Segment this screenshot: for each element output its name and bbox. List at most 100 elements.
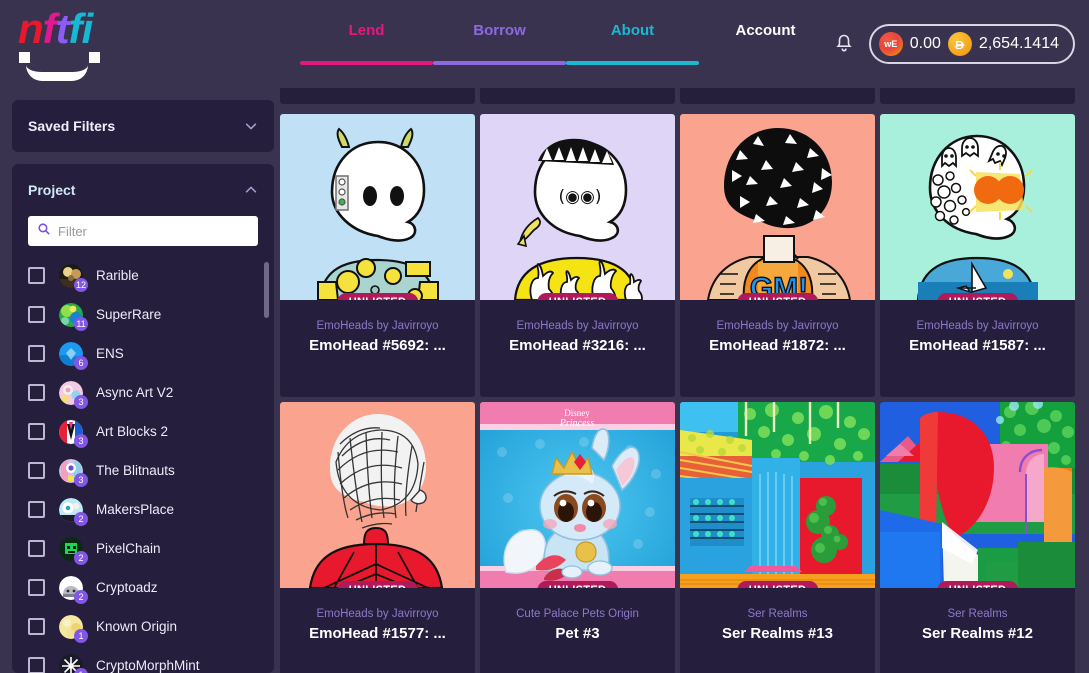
- checkbox[interactable]: [28, 579, 45, 596]
- wallet-balance-pill[interactable]: wE 0.00 2,654.1414: [868, 24, 1075, 64]
- chevron-up-icon[interactable]: [244, 183, 258, 197]
- project-list-item-art-blocks-2[interactable]: 3 Art Blocks 2: [28, 412, 274, 451]
- saved-filters-header[interactable]: Saved Filters: [12, 100, 274, 152]
- checkbox[interactable]: [28, 657, 45, 673]
- project-list-item-the-blitnauts[interactable]: 3 The Blitnauts: [28, 451, 274, 490]
- nft-card-pet-3[interactable]: Disney Princess Cute Palace Pets Origin …: [480, 402, 675, 673]
- nft-item-title: EmoHead #1577: ...: [309, 625, 446, 642]
- count-badge: 1: [74, 628, 88, 643]
- app-header: nftfi Lend Borrow About Account wE 0.00 …: [0, 0, 1089, 88]
- checkbox[interactable]: [28, 540, 45, 557]
- nav-item-borrow[interactable]: Borrow: [433, 22, 566, 65]
- project-filter-header[interactable]: Project: [12, 164, 274, 216]
- project-list-item-async-art-v2[interactable]: 3 Async Art V2: [28, 373, 274, 412]
- project-label: Rarible: [96, 268, 139, 283]
- checkbox[interactable]: [28, 267, 45, 284]
- status-badge: UNLISTED: [736, 293, 819, 300]
- nft-card[interactable]: [480, 88, 675, 104]
- dai-token-icon: [947, 32, 972, 56]
- nft-collection-name: Ser Realms: [747, 608, 808, 620]
- nft-collection-name: EmoHeads by Javirroyo: [316, 608, 439, 620]
- dai-balance-amount: 2,654.1414: [978, 35, 1059, 52]
- project-list-item-rarible[interactable]: 12 Rarible: [28, 256, 274, 295]
- project-search-input[interactable]: [58, 223, 248, 239]
- nft-card[interactable]: [280, 88, 475, 104]
- nft-card-emohead-1587[interactable]: UNLISTED EmoHeads by Javirroyo EmoHead #…: [880, 114, 1075, 397]
- svg-text:Princess: Princess: [559, 418, 595, 429]
- nft-collection-name: EmoHeads by Javirroyo: [316, 320, 439, 332]
- project-list-item-cryptomorphmint[interactable]: 1 CryptoMorphMint: [28, 646, 274, 673]
- saved-filters-title: Saved Filters: [28, 118, 116, 134]
- nft-card[interactable]: [680, 88, 875, 104]
- nftfi-logo[interactable]: nftfi: [14, 8, 118, 82]
- nft-card-meta: Ser Realms Ser Realms #12: [880, 588, 1075, 642]
- count-badge: 3: [74, 394, 88, 409]
- checkbox[interactable]: [28, 501, 45, 518]
- project-list-item-cryptoadz[interactable]: 2 Cryptoadz: [28, 568, 274, 607]
- nav-label-about: About: [610, 22, 655, 39]
- project-list-item-known-origin[interactable]: 1 Known Origin: [28, 607, 274, 646]
- count-badge: 3: [74, 472, 88, 487]
- project-label: Async Art V2: [96, 385, 174, 400]
- nav-item-lend[interactable]: Lend: [300, 22, 433, 65]
- checkbox[interactable]: [28, 306, 45, 323]
- avatar: 1: [59, 653, 88, 673]
- nft-collection-name: Ser Realms: [947, 608, 1008, 620]
- project-list-item-superrare[interactable]: 11 SuperRare: [28, 295, 274, 334]
- project-checkbox-list: 12 Rarible 11 SuperRare 6 ENS 3 Async Ar…: [12, 256, 274, 673]
- filters-sidebar: Saved Filters Project Filter 12 Rarible …: [12, 100, 274, 673]
- nav-label-account: Account: [735, 22, 796, 39]
- project-list-item-ens[interactable]: 6 ENS: [28, 334, 274, 373]
- nav-item-about[interactable]: About: [566, 22, 699, 65]
- nav-item-account[interactable]: Account: [699, 22, 832, 65]
- nft-artwork-emohead-sailboat: UNLISTED: [880, 114, 1075, 300]
- nft-artwork-emohead-scribble: UNLISTED: [280, 402, 475, 588]
- nft-card-emohead-3216[interactable]: (◉◉) UNLISTED EmoHeads by Javirroyo EmoH…: [480, 114, 675, 397]
- sidebar-scrollbar-thumb[interactable]: [264, 262, 269, 318]
- checkbox[interactable]: [28, 423, 45, 440]
- card-row-2: UNLISTED EmoHeads by Javirroyo EmoHead #…: [280, 402, 1075, 673]
- nft-artwork-ser-realms-12: UNLISTED: [880, 402, 1075, 588]
- card-row-previous: [280, 88, 1075, 104]
- sidebar-scrollbar-track[interactable]: [264, 262, 269, 662]
- project-label: MakersPlace: [96, 502, 175, 517]
- project-label: ENS: [96, 346, 124, 361]
- avatar: 6: [59, 341, 88, 370]
- status-badge: UNLISTED: [336, 293, 419, 300]
- nft-card-ser-realms-12[interactable]: UNLISTED Ser Realms Ser Realms #12: [880, 402, 1075, 673]
- avatar: 2: [59, 575, 88, 604]
- nft-card-emohead-1577[interactable]: UNLISTED EmoHeads by Javirroyo EmoHead #…: [280, 402, 475, 673]
- bell-icon[interactable]: [832, 32, 856, 56]
- project-label: SuperRare: [96, 307, 162, 322]
- count-badge: 11: [74, 316, 88, 331]
- nft-card-meta: EmoHeads by Javirroyo EmoHead #3216: ...: [480, 300, 675, 354]
- nft-card-ser-realms-13[interactable]: UNLISTED Ser Realms Ser Realms #13: [680, 402, 875, 673]
- chevron-down-icon[interactable]: [244, 119, 258, 133]
- count-badge: 2: [74, 550, 88, 565]
- checkbox[interactable]: [28, 345, 45, 362]
- avatar: 12: [59, 263, 88, 292]
- count-badge: 12: [73, 277, 88, 292]
- avatar: 1: [59, 614, 88, 643]
- nft-item-title: Pet #3: [555, 625, 600, 642]
- checkbox[interactable]: [28, 384, 45, 401]
- project-label: Cryptoadz: [96, 580, 158, 595]
- app-root: nftfi Lend Borrow About Account wE 0.00 …: [0, 0, 1089, 673]
- project-search-box[interactable]: [28, 216, 258, 246]
- weth-token-symbol: wE: [884, 39, 898, 49]
- saved-filters-panel: Saved Filters: [12, 100, 274, 152]
- checkbox[interactable]: [28, 462, 45, 479]
- project-list-item-makersplace[interactable]: 2 MakersPlace: [28, 490, 274, 529]
- checkbox[interactable]: [28, 618, 45, 635]
- nft-artwork-ser-realms-13: UNLISTED: [680, 402, 875, 588]
- nft-card-emohead-1872[interactable]: GM! UNLISTED EmoHeads by Javirroyo Em: [680, 114, 875, 397]
- project-filter-title: Project: [28, 182, 76, 198]
- nft-card[interactable]: [880, 88, 1075, 104]
- nft-card-emohead-5692[interactable]: UNLISTED EmoHeads by Javirroyo EmoHead #…: [280, 114, 475, 397]
- dai-glyph-icon: [955, 40, 965, 49]
- project-list-item-pixelchain[interactable]: 2 PixelChain: [28, 529, 274, 568]
- nft-collection-name: EmoHeads by Javirroyo: [716, 320, 839, 332]
- avatar: 2: [59, 536, 88, 565]
- weth-token-icon: wE: [878, 32, 903, 56]
- status-badge: UNLISTED: [336, 581, 419, 588]
